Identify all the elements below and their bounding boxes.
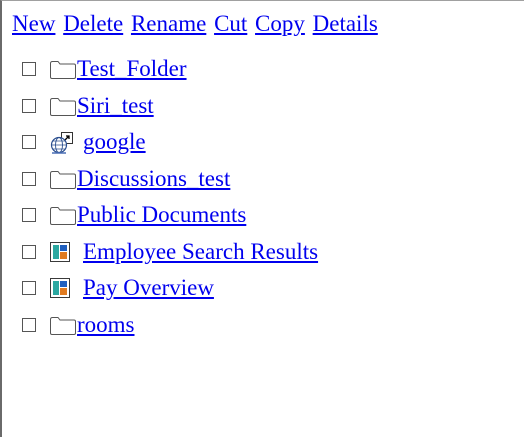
report-icon <box>49 241 77 263</box>
item-name-link[interactable]: Discussions_test <box>77 166 230 192</box>
folder-icon <box>49 95 77 117</box>
item-name-link[interactable]: Public Documents <box>77 202 246 228</box>
item-name-link[interactable]: Siri_test <box>77 93 154 119</box>
item-name-link[interactable]: Test_Folder <box>77 56 187 82</box>
list-item: Test_Folder <box>22 51 318 88</box>
item-checkbox[interactable] <box>22 244 36 259</box>
item-name-link[interactable]: Employee Search Results <box>83 239 318 265</box>
file-browser-frame: New Delete Rename Cut Copy Details Test_… <box>0 0 524 437</box>
toolbar: New Delete Rename Cut Copy Details <box>12 10 380 38</box>
folder-icon <box>49 168 77 190</box>
rename-button[interactable]: Rename <box>131 11 206 36</box>
list-item: Public Documents <box>22 197 318 234</box>
list-item: Discussions_test <box>22 161 318 198</box>
cut-button[interactable]: Cut <box>214 11 247 36</box>
item-checkbox[interactable] <box>22 171 36 186</box>
list-item: google <box>22 124 318 161</box>
folder-icon <box>49 58 77 80</box>
item-checkbox[interactable] <box>22 208 36 223</box>
item-checkbox[interactable] <box>22 135 36 150</box>
list-item: Siri_test <box>22 88 318 125</box>
item-list: Test_Folder Siri_test google Discussions… <box>22 51 318 343</box>
folder-icon <box>49 204 77 226</box>
web-link-icon <box>49 131 77 154</box>
new-button[interactable]: New <box>12 11 55 36</box>
list-item: Employee Search Results <box>22 234 318 271</box>
item-checkbox[interactable] <box>22 98 36 113</box>
list-item: rooms <box>22 307 318 344</box>
item-checkbox[interactable] <box>22 317 36 332</box>
item-name-link[interactable]: google <box>83 129 146 155</box>
item-name-link[interactable]: rooms <box>77 312 135 338</box>
item-checkbox[interactable] <box>22 62 36 77</box>
item-name-link[interactable]: Pay Overview <box>83 275 214 301</box>
copy-button[interactable]: Copy <box>255 11 305 36</box>
report-icon <box>49 277 77 299</box>
details-button[interactable]: Details <box>313 11 378 36</box>
list-item: Pay Overview <box>22 270 318 307</box>
delete-button[interactable]: Delete <box>63 11 123 36</box>
item-checkbox[interactable] <box>22 281 36 296</box>
folder-icon <box>49 314 77 336</box>
